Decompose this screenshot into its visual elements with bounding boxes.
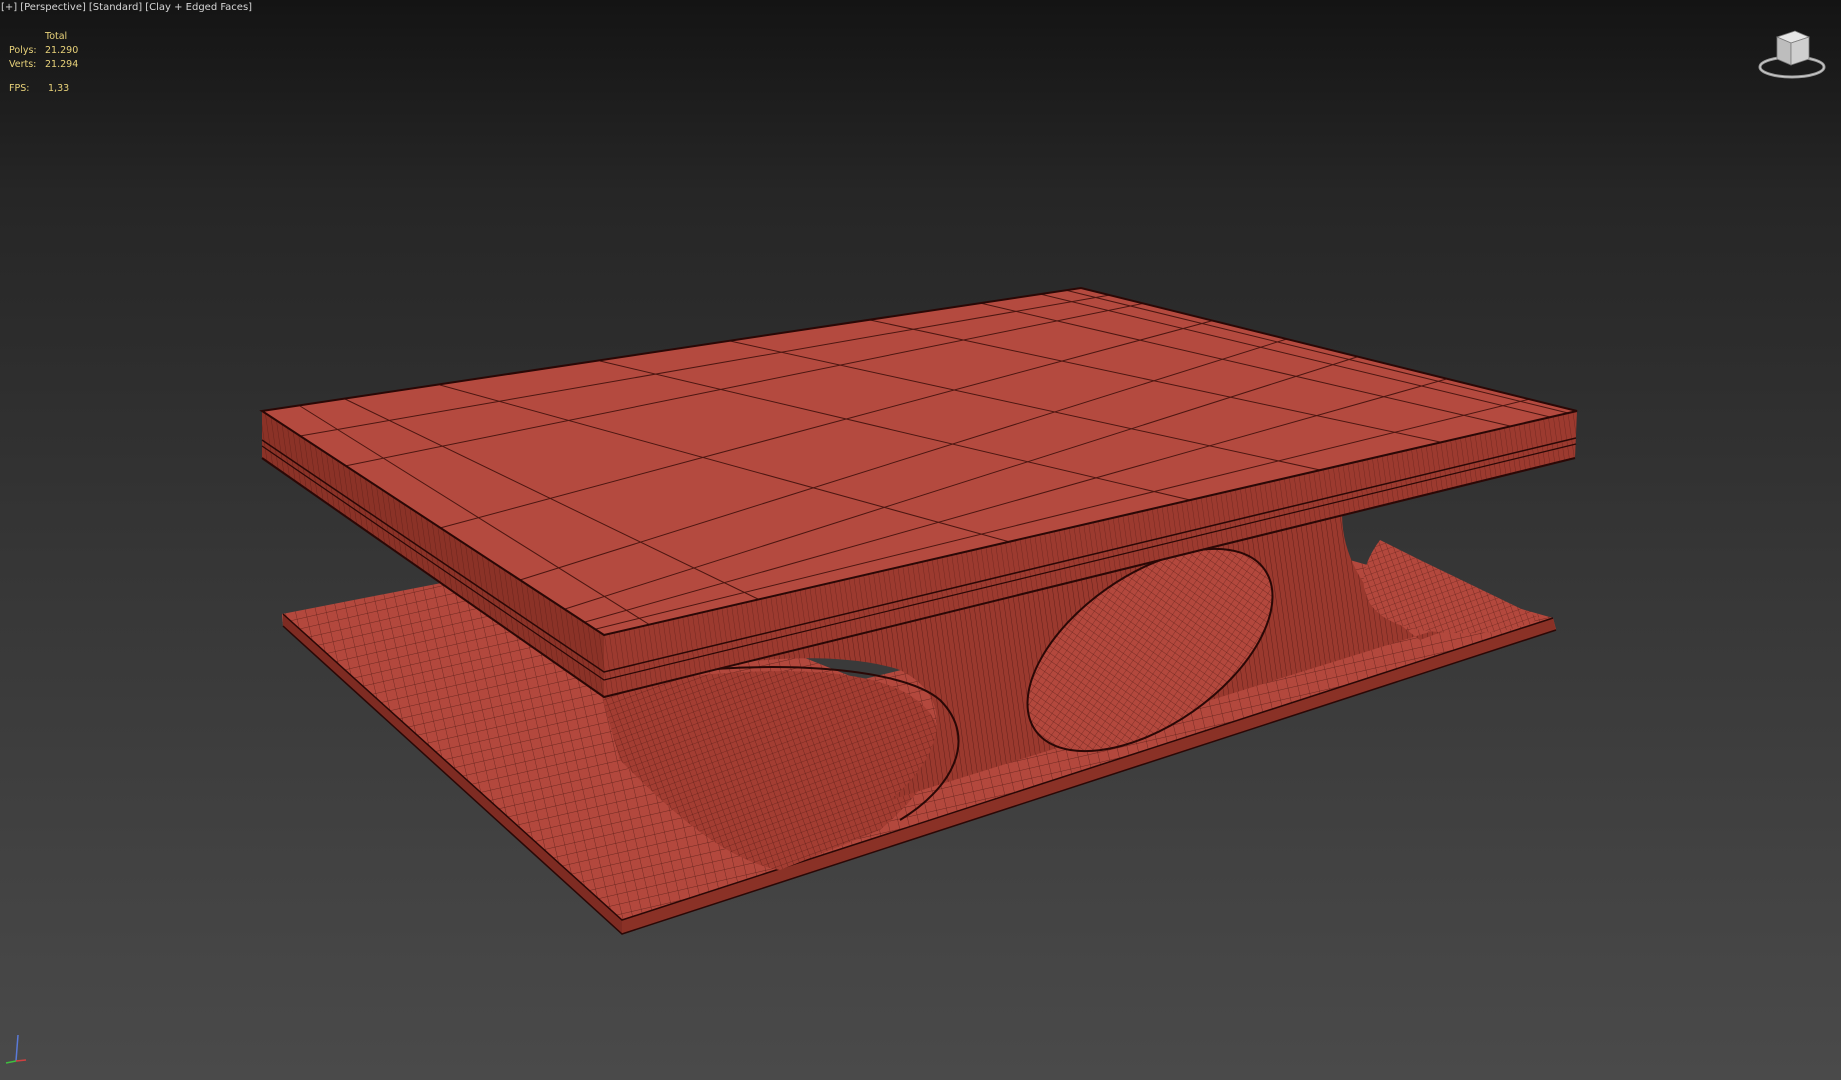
viewcube-icon[interactable] bbox=[1757, 25, 1827, 81]
viewport-label: [+] [Perspective] [Standard] [Clay + Edg… bbox=[1, 2, 252, 13]
fps-row: FPS: 1,33 bbox=[9, 82, 78, 96]
polys-row: Polys: 21.290 bbox=[9, 44, 78, 58]
viewport-menu[interactable]: [+] bbox=[1, 2, 17, 13]
fps-value: 1,33 bbox=[48, 83, 70, 94]
verts-label: Verts: bbox=[9, 59, 37, 70]
display-mode-label[interactable]: [Clay + Edged Faces] bbox=[145, 2, 252, 13]
shading-preset-label[interactable]: [Standard] bbox=[89, 2, 142, 13]
verts-value: 21.294 bbox=[45, 59, 79, 70]
statistics-overlay: Total Polys: 21.290 Verts: 21.294 FPS: 1… bbox=[9, 30, 78, 96]
view-point-label[interactable]: [Perspective] bbox=[20, 2, 86, 13]
perspective-viewport[interactable]: [+] [Perspective] [Standard] [Clay + Edg… bbox=[0, 0, 1841, 1080]
polys-label: Polys: bbox=[9, 45, 37, 56]
axis-tripod-icon bbox=[5, 1034, 27, 1064]
coffee-table-model[interactable] bbox=[0, 0, 1841, 1080]
verts-row: Verts: 21.294 bbox=[9, 58, 78, 72]
stats-header: Total bbox=[45, 31, 68, 42]
polys-value: 21.290 bbox=[45, 45, 79, 56]
fps-label: FPS: bbox=[9, 83, 30, 94]
